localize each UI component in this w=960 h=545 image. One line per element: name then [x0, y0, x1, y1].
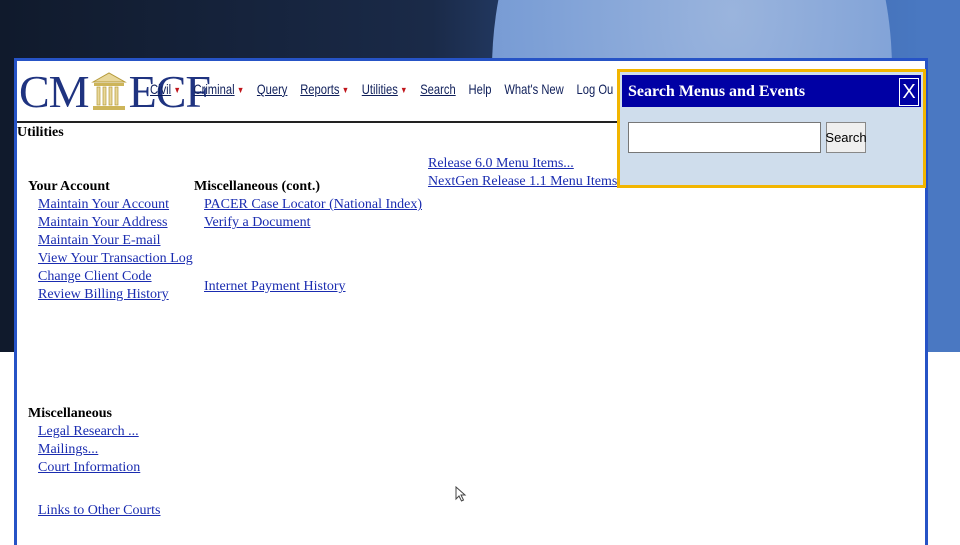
dropdown-arrow-icon: ▼	[400, 85, 408, 95]
court-information-link[interactable]: Court Information	[38, 460, 140, 476]
verify-document-link[interactable]: Verify a Document	[204, 215, 311, 231]
search-menus-panel: Search Menus and Events X Search	[617, 69, 926, 188]
maintain-address-link[interactable]: Maintain Your Address	[38, 215, 168, 231]
maintain-account-link[interactable]: Maintain Your Account	[38, 197, 169, 213]
search-panel-title-bar: Search Menus and Events X	[622, 75, 921, 107]
main-menu: Civil ▼ Criminal ▼ Query Reports ▼ Utilitie…	[150, 81, 626, 97]
menu-civil[interactable]: Civil ▼	[150, 81, 181, 97]
change-client-code-link[interactable]: Change Client Code	[38, 269, 152, 285]
dropdown-arrow-icon: ▼	[173, 85, 181, 95]
dropdown-arrow-icon: ▼	[341, 85, 349, 95]
dropdown-arrow-icon: ▼	[236, 85, 245, 95]
search-button[interactable]: Search	[825, 122, 867, 153]
page-title: Utilities	[17, 125, 64, 140]
menu-search[interactable]: Search	[420, 81, 455, 97]
menu-reports[interactable]: Reports ▼	[300, 81, 349, 97]
misc-cont-heading: Miscellaneous (cont.)	[194, 179, 320, 194]
menu-criminal[interactable]: Criminal ▼	[194, 81, 245, 97]
your-account-heading: Your Account	[28, 179, 110, 194]
search-panel-title: Search Menus and Events	[628, 83, 806, 100]
pacer-case-locator-link[interactable]: PACER Case Locator (National Index)	[204, 197, 422, 213]
misc-heading: Miscellaneous	[28, 406, 112, 421]
menu-bar: CM ECF Civil ▼ Criminal ▼ Query Reports ▼ U…	[17, 61, 621, 123]
logo-text-left: CM	[19, 65, 90, 117]
maintain-email-link[interactable]: Maintain Your E-mail	[38, 233, 161, 249]
courthouse-icon	[90, 70, 128, 112]
search-menus-input[interactable]	[628, 122, 821, 153]
menu-logout[interactable]: Log Ou	[577, 81, 614, 97]
release-60-link[interactable]: Release 6.0 Menu Items...	[428, 156, 574, 172]
nextgen-release-link[interactable]: NextGen Release 1.1 Menu Items	[428, 174, 617, 190]
close-icon[interactable]: X	[899, 78, 919, 106]
legal-research-link[interactable]: Legal Research ...	[38, 424, 139, 440]
mouse-pointer-icon	[455, 486, 467, 502]
links-other-courts-link[interactable]: Links to Other Courts	[38, 503, 161, 519]
menu-utilities[interactable]: Utilities ▼	[362, 81, 408, 97]
mailings-link[interactable]: Mailings...	[38, 442, 98, 458]
menu-help[interactable]: Help	[469, 81, 492, 97]
internet-payment-history-link[interactable]: Internet Payment History	[204, 279, 346, 295]
transaction-log-link[interactable]: View Your Transaction Log	[38, 251, 193, 267]
menu-query[interactable]: Query	[257, 81, 288, 97]
billing-history-link[interactable]: Review Billing History	[38, 287, 169, 303]
menu-whats-new[interactable]: What's New	[504, 81, 563, 97]
